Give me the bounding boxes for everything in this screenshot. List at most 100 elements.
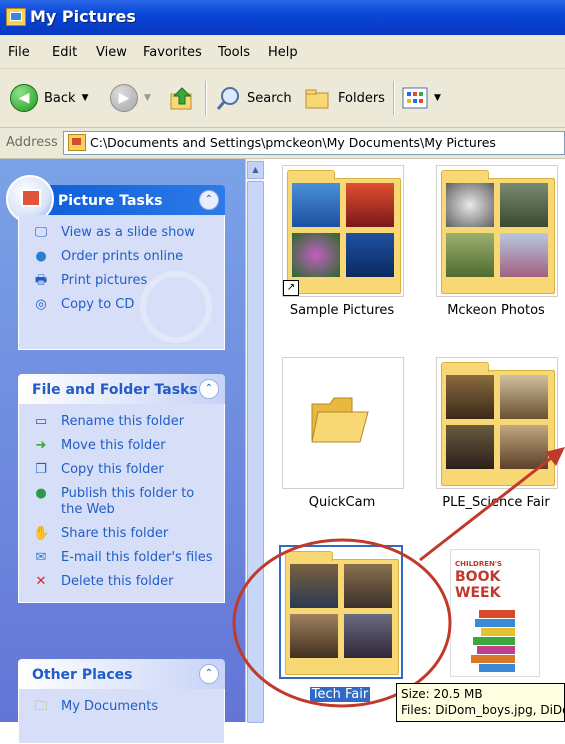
- address-label: Address: [6, 135, 58, 150]
- folder-tile-ple-science-fair[interactable]: [436, 357, 558, 489]
- vertical-scrollbar[interactable]: ▲: [245, 159, 264, 723]
- share-icon: ✋: [33, 526, 50, 541]
- delete-icon: ✕: [35, 574, 47, 589]
- task-copy-to-cd[interactable]: ◎ Copy to CD: [19, 293, 224, 317]
- task-copy-folder[interactable]: ❐ Copy this folder: [19, 458, 224, 482]
- folder-thumbnail: [441, 362, 555, 486]
- folder-tile-mckeon-photos[interactable]: [436, 165, 558, 297]
- task-share-folder[interactable]: ✋ Share this folder: [19, 522, 224, 546]
- file-folder-tasks-body: ▭ Rename this folder ➜ Move this folder ❐ C…: [18, 404, 225, 603]
- image-tile-book-week[interactable]: CHILDREN'S BOOK WEEK: [436, 545, 556, 677]
- scroll-thumb[interactable]: [247, 181, 264, 723]
- folder-tile-tech-fair[interactable]: [279, 545, 403, 679]
- other-places-body: 🗀 My Documents: [18, 689, 225, 744]
- task-label: Delete this folder: [61, 574, 174, 589]
- collapse-chevron-icon[interactable]: ⌃: [199, 664, 219, 684]
- thumbnail-flowers: [292, 233, 340, 277]
- toolbar: ◀ Back ▼ ▶ ▼ Search Folders ▼: [0, 69, 565, 128]
- address-field[interactable]: C:\Documents and Settings\pmckeon\My Doc…: [63, 131, 565, 155]
- views-icon: [402, 87, 428, 109]
- thumbnail-science-2: [500, 375, 548, 419]
- my-pictures-folder-icon: [6, 8, 26, 26]
- window-title: My Pictures: [30, 7, 136, 26]
- email-icon: ✉: [35, 550, 47, 565]
- file-folder-tasks-header[interactable]: File and Folder Tasks ⌃: [18, 374, 225, 404]
- back-button[interactable]: ◀ Back ▼: [10, 83, 88, 113]
- toolbar-separator: [205, 81, 207, 115]
- folder-label-ple-science-fair: PLE_Science Fair: [442, 495, 550, 510]
- task-pane: Picture Tasks ⌃ 🖵 View as a slide show ● O…: [0, 159, 245, 744]
- rename-icon: ▭: [34, 414, 48, 429]
- back-arrow-icon: ◀: [10, 84, 38, 112]
- folder-label-tech-fair: Tech Fair: [309, 687, 371, 702]
- other-places-header[interactable]: Other Places ⌃: [18, 659, 225, 689]
- toolbar-separator: [393, 81, 395, 115]
- views-button[interactable]: ▼: [402, 83, 441, 113]
- task-label: Publish this folder to the Web: [61, 486, 195, 517]
- forward-dropdown-icon[interactable]: ▼: [144, 93, 151, 103]
- views-dropdown-icon[interactable]: ▼: [434, 93, 441, 103]
- task-label: Copy this folder: [61, 462, 164, 477]
- task-label: Print pictures: [61, 273, 148, 288]
- thumbnail-sunset: [346, 183, 394, 227]
- task-move-folder[interactable]: ➜ Move this folder: [19, 434, 224, 458]
- folder-thumbnail: [285, 551, 399, 675]
- collapse-chevron-icon[interactable]: ⌃: [199, 190, 219, 210]
- slideshow-icon: 🖵: [34, 225, 48, 240]
- place-my-documents[interactable]: 🗀 My Documents: [19, 695, 224, 719]
- file-folder-tasks-title: File and Folder Tasks: [32, 382, 198, 398]
- back-label: Back: [44, 90, 76, 106]
- thumbnail-blue-hills: [292, 183, 340, 227]
- shortcut-arrow-icon: ↗: [283, 280, 299, 296]
- forward-button[interactable]: ▶ ▼: [110, 83, 151, 113]
- thumbnail-science-1: [446, 375, 494, 419]
- search-button[interactable]: Search: [215, 83, 292, 113]
- up-folder-button[interactable]: [168, 83, 196, 113]
- task-view-slideshow[interactable]: 🖵 View as a slide show: [19, 221, 224, 245]
- back-dropdown-icon[interactable]: ▼: [82, 93, 89, 103]
- thumbnail-tree: [500, 233, 548, 277]
- my-documents-icon: 🗀: [34, 699, 48, 714]
- other-places-group: Other Places ⌃ 🗀 My Documents: [18, 659, 225, 744]
- search-label: Search: [247, 90, 292, 106]
- task-print-pictures[interactable]: 🖶 Print pictures: [19, 269, 224, 293]
- my-pictures-icon: [68, 134, 86, 151]
- menu-view[interactable]: View: [96, 45, 127, 60]
- menu-favorites[interactable]: Favorites: [143, 45, 202, 60]
- thumbnail-house: [500, 183, 548, 227]
- task-delete-folder[interactable]: ✕ Delete this folder: [19, 570, 224, 594]
- folders-button[interactable]: Folders: [304, 83, 385, 113]
- scroll-up-arrow-icon[interactable]: ▲: [247, 161, 264, 179]
- folder-tile-quickcam[interactable]: [282, 357, 404, 489]
- printer-icon: 🖶: [34, 273, 48, 288]
- picture-tasks-group: Picture Tasks ⌃ 🖵 View as a slide show ● O…: [6, 175, 225, 350]
- thumbnail-flower: [446, 183, 494, 227]
- address-bar: Address C:\Documents and Settings\pmckeo…: [0, 128, 565, 159]
- web-publish-icon: ●: [35, 486, 47, 501]
- menu-tools[interactable]: Tools: [218, 45, 250, 60]
- thumbnail-tech-3: [290, 614, 338, 658]
- menu-edit[interactable]: Edit: [52, 45, 77, 60]
- menu-file[interactable]: File: [8, 45, 30, 60]
- folder-label-tech-fair-wrap: Tech Fair: [265, 687, 415, 702]
- book-week-poster: CHILDREN'S BOOK WEEK: [450, 549, 540, 677]
- folders-label: Folders: [338, 90, 385, 106]
- file-view: ↗ Sample Pictures Mckeon Photos QuickCam…: [264, 159, 565, 722]
- tooltip-files: Files: DiDom_boys.jpg, DiDo: [401, 703, 565, 717]
- empty-folder-icon: [311, 397, 369, 443]
- picture-tasks-header[interactable]: Picture Tasks ⌃: [6, 175, 225, 223]
- task-rename-folder[interactable]: ▭ Rename this folder: [19, 410, 224, 434]
- task-order-prints[interactable]: ● Order prints online: [19, 245, 224, 269]
- task-email-files[interactable]: ✉ E-mail this folder's files: [19, 546, 224, 570]
- thumbnail-science-3: [446, 425, 494, 469]
- collapse-chevron-icon[interactable]: ⌃: [199, 379, 219, 399]
- task-publish-folder[interactable]: ● Publish this folder to the Web: [19, 482, 224, 522]
- picture-tasks-title: Picture Tasks: [58, 193, 163, 209]
- menu-help[interactable]: Help: [268, 45, 298, 60]
- folder-thumbnail: [287, 170, 401, 294]
- thumbnail-dogs: [446, 233, 494, 277]
- globe-icon: ●: [35, 249, 47, 264]
- thumbnail-tech-1: [290, 564, 338, 608]
- folder-tile-sample-pictures[interactable]: ↗: [282, 165, 404, 297]
- poster-line3: WEEK: [455, 585, 501, 601]
